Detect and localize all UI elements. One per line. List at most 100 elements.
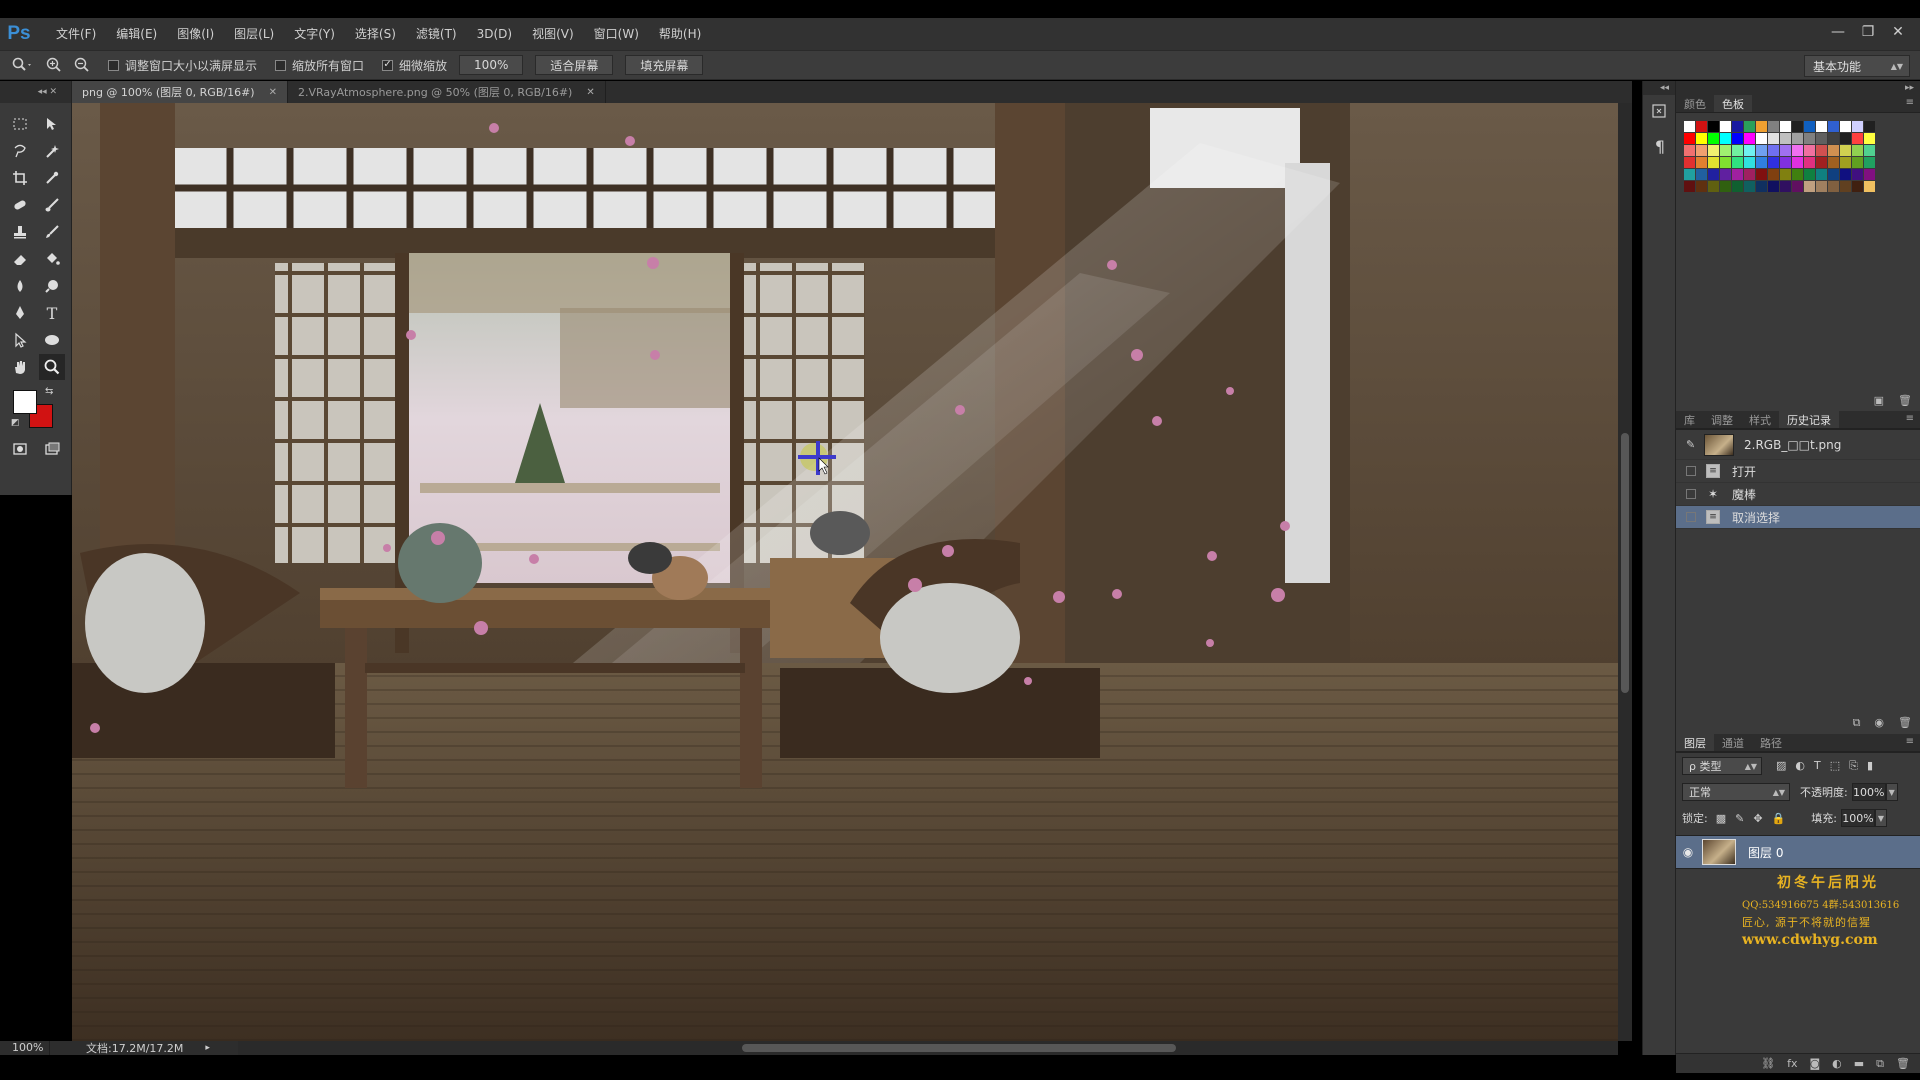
dodge-tool[interactable] <box>39 273 65 299</box>
lock-transparency-icon[interactable]: ▩ <box>1716 812 1726 825</box>
status-zoom-field[interactable]: 100% <box>0 1041 50 1055</box>
color-swatch[interactable] <box>1852 169 1863 180</box>
color-swatch[interactable] <box>1864 121 1875 132</box>
color-swatch[interactable] <box>1780 121 1791 132</box>
color-swatch[interactable] <box>1696 157 1707 168</box>
paragraph-panel-icon[interactable]: ¶ <box>1643 129 1677 163</box>
color-swatch[interactable] <box>1696 145 1707 156</box>
opacity-input[interactable]: 100% <box>1851 783 1886 801</box>
color-swatch[interactable] <box>1804 145 1815 156</box>
history-item-deselect[interactable]: ≡ 取消选择 <box>1676 506 1920 529</box>
color-swatch[interactable] <box>1768 169 1779 180</box>
new-layer-icon[interactable]: ⧉ <box>1876 1057 1884 1071</box>
color-swatch[interactable] <box>1792 169 1803 180</box>
color-swatch[interactable] <box>1780 169 1791 180</box>
vertical-scroll-thumb[interactable] <box>1621 433 1629 693</box>
trash-icon[interactable]: 🗑 <box>1896 1057 1910 1070</box>
mask-icon[interactable]: ◙ <box>1809 1057 1820 1070</box>
color-swatch[interactable] <box>1840 169 1851 180</box>
color-swatch[interactable] <box>1864 133 1875 144</box>
color-swatch[interactable] <box>1864 169 1875 180</box>
layer-name[interactable]: 图层 0 <box>1748 844 1783 861</box>
pen-tool[interactable] <box>7 300 33 326</box>
fx-icon[interactable]: fx <box>1787 1057 1797 1070</box>
layer-kind-select[interactable]: ρ 类型 ▲▼ <box>1682 757 1762 775</box>
color-swatch[interactable] <box>1828 133 1839 144</box>
vertical-scrollbar[interactable] <box>1618 103 1632 1041</box>
crop-tool[interactable] <box>7 165 33 191</box>
resize-windows-checkbox[interactable] <box>108 59 119 71</box>
color-swatch[interactable] <box>1720 145 1731 156</box>
menu-image[interactable]: 图像(I) <box>167 18 224 50</box>
history-checkbox[interactable] <box>1686 512 1696 522</box>
color-swatch[interactable] <box>1816 133 1827 144</box>
scrubby-zoom-checkbox[interactable]: ✓ <box>382 59 394 71</box>
zoom-tool-preset[interactable] <box>12 57 34 73</box>
color-swatch[interactable] <box>1732 181 1743 192</box>
paint-bucket-tool[interactable] <box>39 246 65 272</box>
color-swatch[interactable] <box>1732 121 1743 132</box>
layer-row[interactable]: ◉ 图层 0 <box>1676 835 1920 869</box>
color-swatch[interactable] <box>1816 181 1827 192</box>
history-brush-source-icon[interactable]: ✎ <box>1686 438 1696 451</box>
color-swatch[interactable] <box>1804 181 1815 192</box>
tab-color[interactable]: 颜色 <box>1676 95 1714 112</box>
foreground-color-swatch[interactable] <box>13 390 37 414</box>
lock-position-icon[interactable]: ✥ <box>1753 812 1762 825</box>
color-swatch[interactable] <box>1744 157 1755 168</box>
scrubby-zoom-option[interactable]: ✓ 细微缩放 <box>382 57 447 74</box>
lock-pixels-icon[interactable]: ✎ <box>1735 812 1744 825</box>
color-swatch[interactable] <box>1732 145 1743 156</box>
color-swatch[interactable] <box>1756 181 1767 192</box>
history-item-open[interactable]: ≡ 打开 <box>1676 460 1920 483</box>
color-swatch[interactable] <box>1768 157 1779 168</box>
color-swatch[interactable] <box>1708 169 1719 180</box>
color-swatch[interactable] <box>1708 121 1719 132</box>
strip-collapse[interactable]: ◂◂ <box>1643 81 1675 95</box>
close-icon[interactable]: ✕ <box>269 87 277 98</box>
color-swatch[interactable] <box>1816 169 1827 180</box>
adjustment-layer-icon[interactable]: ◐ <box>1832 1057 1842 1070</box>
color-swatch[interactable] <box>1840 157 1851 168</box>
toolbox-collapse[interactable]: ◂◂ ✕ <box>0 81 71 103</box>
color-swatch[interactable] <box>1756 145 1767 156</box>
folder-icon[interactable]: ▬ <box>1854 1057 1864 1070</box>
restore-button[interactable]: ❐ <box>1856 22 1880 42</box>
pixel-filter-icon[interactable]: ▨ <box>1776 759 1786 773</box>
history-brush-tool[interactable] <box>39 219 65 245</box>
link-icon[interactable]: ⛓ <box>1761 1057 1775 1070</box>
color-swatch[interactable] <box>1684 181 1695 192</box>
color-swatch[interactable] <box>1744 145 1755 156</box>
color-swatch[interactable] <box>1684 133 1695 144</box>
color-swatch[interactable] <box>1756 169 1767 180</box>
tab-adjustments[interactable]: 调整 <box>1703 411 1741 428</box>
color-swatch[interactable] <box>1804 121 1815 132</box>
color-swatch[interactable] <box>1732 169 1743 180</box>
fill-screen-button[interactable]: 填充屏幕 <box>625 55 704 75</box>
zoom-all-checkbox[interactable] <box>275 59 287 71</box>
eye-icon[interactable]: ◉ <box>1676 845 1700 859</box>
opacity-dropdown[interactable]: ▼ <box>1885 783 1898 801</box>
color-swatch[interactable] <box>1792 157 1803 168</box>
color-swatch[interactable] <box>1720 181 1731 192</box>
zoom-100-button[interactable]: 100% <box>459 55 524 75</box>
menu-layer[interactable]: 图层(L) <box>224 18 284 50</box>
color-swatch[interactable] <box>1852 133 1863 144</box>
menu-edit[interactable]: 编辑(E) <box>106 18 167 50</box>
move-tool[interactable] <box>39 111 65 137</box>
color-swatch[interactable] <box>1732 133 1743 144</box>
color-swatch[interactable] <box>1744 169 1755 180</box>
tab-document-2[interactable]: 2.VRayAtmosphere.png @ 50% (图层 0, RGB/16… <box>288 81 606 103</box>
fill-dropdown[interactable]: ▼ <box>1874 809 1887 827</box>
healing-brush-tool[interactable] <box>7 192 33 218</box>
color-swatch[interactable] <box>1804 157 1815 168</box>
color-swatch[interactable] <box>1828 121 1839 132</box>
color-swatch[interactable] <box>1756 157 1767 168</box>
filter-toggle-icon[interactable]: ▮ <box>1867 759 1873 773</box>
eraser-tool[interactable] <box>7 246 33 272</box>
color-swatch[interactable] <box>1840 145 1851 156</box>
color-swatch[interactable] <box>1768 181 1779 192</box>
color-swatch[interactable] <box>1780 133 1791 144</box>
color-swatch[interactable] <box>1792 133 1803 144</box>
color-swatch[interactable] <box>1864 181 1875 192</box>
